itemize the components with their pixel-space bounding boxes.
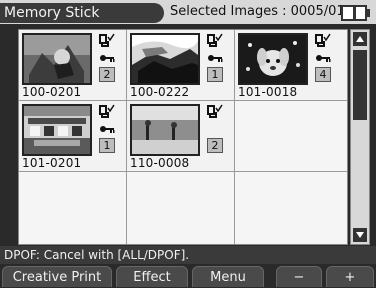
status-bar: DPOF: Cancel with [ALL/DPOF]. — [0, 246, 376, 264]
dpof-print-icon — [315, 32, 331, 47]
empty-cell — [235, 172, 347, 244]
key-icon — [99, 119, 115, 133]
button-bar: Creative Print Effect Menu − + — [0, 266, 376, 287]
source-label: Memory Stick — [4, 5, 100, 21]
empty-cell — [235, 101, 347, 172]
menu-button[interactable]: Menu — [192, 266, 264, 287]
creative-print-button[interactable]: Creative Print — [2, 266, 112, 287]
thumbnail-image — [22, 33, 92, 85]
print-count: 4 — [315, 67, 331, 82]
key-icon — [315, 48, 331, 62]
print-count: 2 — [99, 67, 115, 82]
file-name: 110-0008 — [130, 156, 190, 170]
file-name: 101-0201 — [22, 156, 82, 170]
plus-button[interactable]: + — [326, 266, 374, 287]
arrow-up-icon[interactable] — [353, 32, 367, 46]
arrow-down-icon[interactable] — [353, 228, 367, 242]
print-count: 1 — [99, 138, 115, 153]
scroll-thumb[interactable] — [353, 50, 367, 120]
source-tab[interactable]: Memory Stick — [0, 3, 164, 23]
minus-button[interactable]: − — [276, 266, 322, 287]
file-name: 100-0222 — [130, 85, 190, 99]
selected-images-counter: Selected Images : 0005/0135 — [170, 0, 361, 24]
battery-tip — [367, 9, 370, 17]
status-message: DPOF: Cancel with [ALL/DPOF]. — [4, 248, 190, 262]
thumbnail-image — [238, 33, 308, 85]
dpof-print-icon — [207, 32, 223, 47]
file-name: 101-0018 — [238, 85, 298, 99]
thumbnail-cell[interactable]: 4 101-0018 — [235, 30, 347, 101]
effect-button[interactable]: Effect — [116, 266, 188, 287]
selected-images-label: Selected Images — [170, 4, 278, 19]
print-count: 1 — [207, 67, 223, 82]
key-icon — [207, 48, 223, 62]
scrollbar[interactable] — [350, 29, 370, 245]
file-name: 100-0201 — [22, 85, 82, 99]
thumbnail-cell[interactable]: 2 100-0201 — [19, 30, 127, 101]
dpof-print-icon — [207, 103, 223, 118]
thumbnail-cell[interactable]: 2 110-0008 — [127, 101, 235, 172]
thumbnail-cell[interactable]: 1 100-0222 — [127, 30, 235, 101]
key-icon — [99, 48, 115, 62]
thumbnail-cell[interactable]: 1 101-0201 — [19, 101, 127, 172]
empty-cell — [19, 172, 127, 244]
dpof-print-icon — [99, 32, 115, 47]
dpof-print-icon — [99, 103, 115, 118]
battery-icon — [341, 5, 367, 21]
thumbnail-image — [130, 104, 200, 156]
thumbnail-grid: 2 100-0201 1 100-0222 4 101-0018 1 101-0… — [18, 29, 348, 245]
thumbnail-image — [22, 104, 92, 156]
thumbnail-image — [130, 33, 200, 85]
top-bar: Memory Stick Selected Images : 0005/0135 — [0, 0, 376, 24]
print-count: 2 — [207, 138, 223, 153]
empty-cell — [127, 172, 235, 244]
